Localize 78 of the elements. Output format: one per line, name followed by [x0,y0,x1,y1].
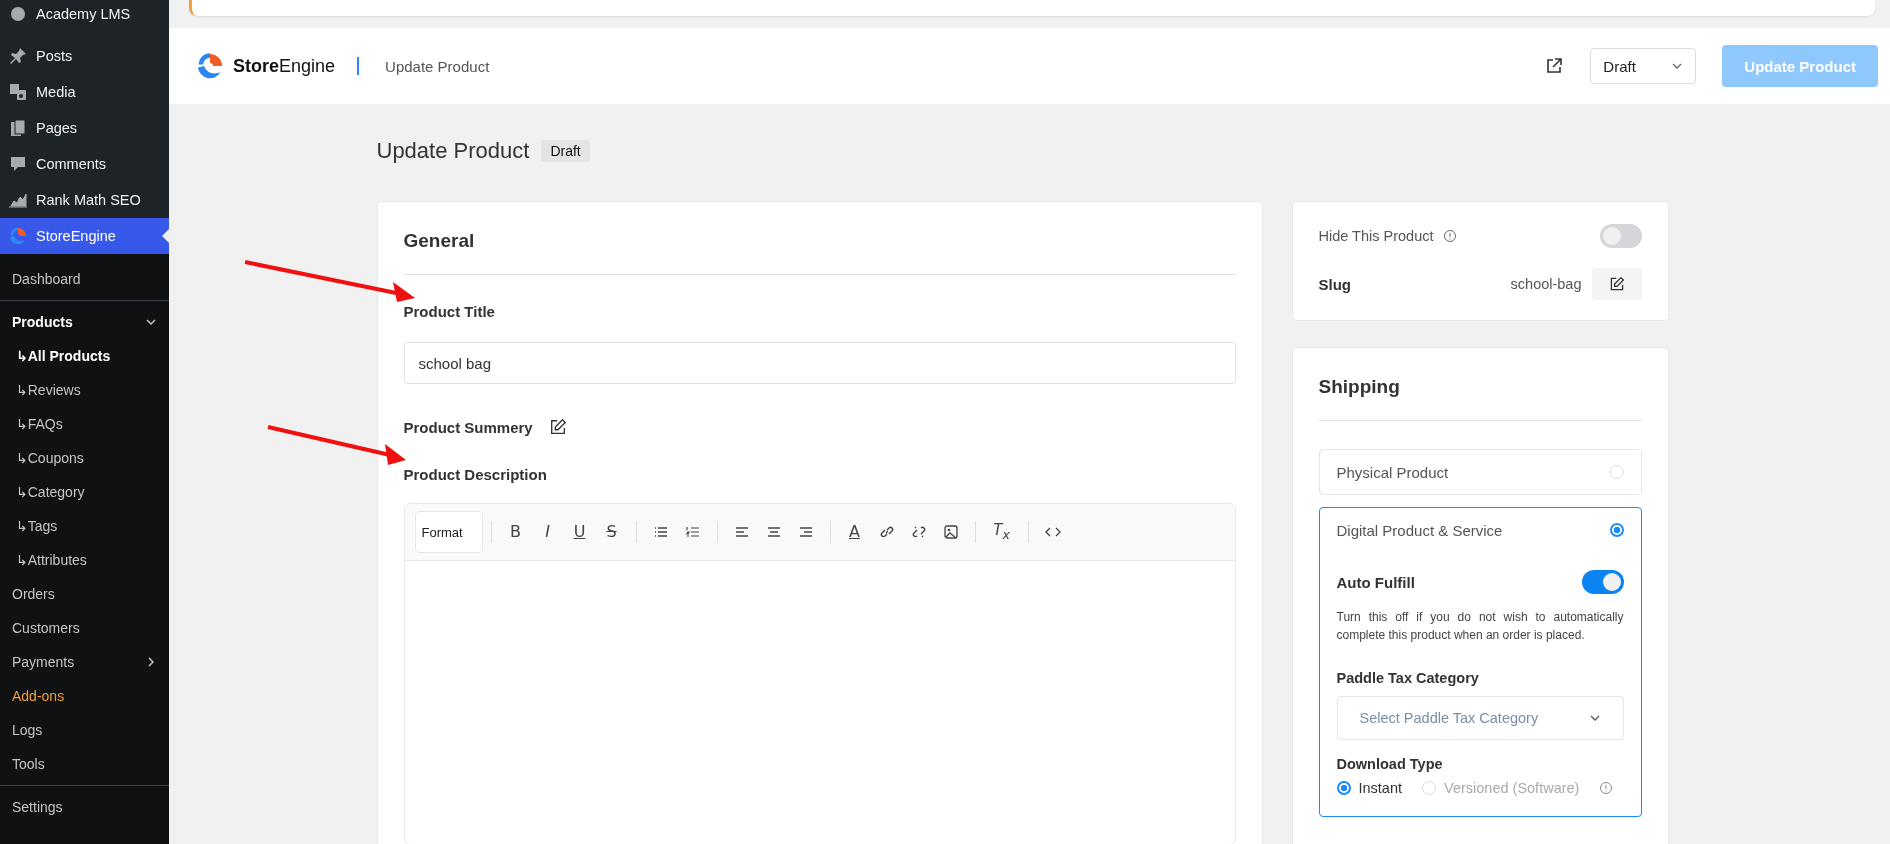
field-label: Download Type [1336,756,1444,772]
link-icon[interactable] [878,524,895,540]
option-label: Digital Product & Service [1336,521,1503,539]
info-icon [1599,781,1614,795]
sidebar-menu-item[interactable]: ↳Category [0,475,169,509]
numbered-list-icon[interactable] [684,524,701,540]
radio-option[interactable]: Instant [1336,780,1403,796]
input-field[interactable]: school bag [403,342,1236,384]
sidebar-menu-item[interactable]: ↳FAQs [0,407,169,441]
field-label: Auto Fulfill [1336,573,1415,591]
edit-button[interactable] [1591,268,1642,300]
sidebar-menu-item[interactable]: ↳Coupons [0,441,169,475]
align-center-icon[interactable] [765,524,782,540]
sidebar-menu-item[interactable]: ↳Tags [0,509,169,543]
info-icon [1443,229,1458,243]
status-dropdown[interactable]: Draft [1590,48,1697,84]
chevron-icon [145,656,157,668]
clear-button[interactable]: T$_{x}$ [991,522,1012,542]
logo-icon [195,51,225,81]
sidebar-menu-item[interactable]: ↳Attributes [0,543,169,577]
sidebar-menu-item[interactable]: Products [0,305,169,339]
chevron-icon [145,316,157,328]
format-dropdown[interactable]: Format [414,511,483,553]
media-icon [8,82,28,102]
sidebar-menu-item[interactable]: Academy LMS [0,0,169,28]
card-heading: Shipping [1318,376,1401,398]
sidebar-menu-item[interactable]: Media [0,74,169,110]
sidebar-menu-item[interactable]: Settings [0,790,169,824]
align-right-icon[interactable] [797,524,814,540]
brand-name: StoreEngine [233,55,336,77]
pages-icon [8,118,28,138]
bold-button[interactable]: B [507,524,524,540]
slug-value: school-bag [1510,276,1582,292]
field-label: Product Title [403,303,496,320]
toggle-switch[interactable] [1599,224,1642,248]
sidebar-menu-item[interactable]: ↳All Products [0,339,169,373]
field-label: Paddle Tax Category [1336,670,1480,686]
shipping-option[interactable] [1318,507,1642,817]
align-left-icon[interactable] [733,524,750,540]
italic-button[interactable]: I [539,524,556,540]
status-badge: Draft [541,140,590,162]
bullet-list-icon[interactable] [652,524,669,540]
field-label: Product Summery [403,418,533,436]
unlink-icon[interactable] [910,524,927,540]
logo-icon [8,226,28,246]
field-label: Hide This Product [1318,228,1434,244]
sidebar-menu-item[interactable]: Tools [0,747,169,781]
toggle-switch[interactable] [1581,570,1624,594]
external-link-icon[interactable] [1544,56,1565,76]
card-heading: General [403,230,476,252]
pin-icon [8,46,28,66]
comment-icon [8,154,28,174]
radio-button[interactable] [1609,523,1624,537]
sidebar-menu-item[interactable]: Dashboard [0,262,169,296]
edit-icon[interactable] [548,418,567,436]
sidebar-menu-item[interactable]: Payments [0,645,169,679]
sidebar-menu-item[interactable]: ↳Reviews [0,373,169,407]
sidebar-menu-item[interactable]: Comments [0,146,169,182]
sidebar-menu-item[interactable]: Add-ons [0,679,169,713]
edit-icon [1608,276,1625,292]
field-label: Product Description [403,466,548,483]
sidebar-menu-item[interactable]: Customers [0,611,169,645]
sidebar-menu-item[interactable]: Orders [0,577,169,611]
page-title: Update Product [376,138,530,164]
help-text: Turn this off if you do not wish to automatically complete this product when an order is placed. [1336,609,1624,644]
sidebar-menu-item[interactable]: Pages [0,110,169,146]
option-label: Physical Product [1336,463,1449,481]
field-label: Slug [1318,275,1351,293]
color-button[interactable]: A [846,524,863,540]
sidebar-menu-item[interactable]: Rank Math SEO [0,182,169,218]
sidebar-menu-item[interactable]: Posts [0,38,169,74]
sidebar-menu-item[interactable]: Logs [0,713,169,747]
underline-button[interactable]: U [571,524,588,540]
strike-button[interactable]: S [603,524,620,540]
sidebar-menu-item[interactable]: StoreEngine [0,218,169,254]
page-breadcrumb: Update Product [385,57,490,75]
shipping-option[interactable]: Physical Product [1318,449,1642,495]
image-icon[interactable] [942,524,959,540]
